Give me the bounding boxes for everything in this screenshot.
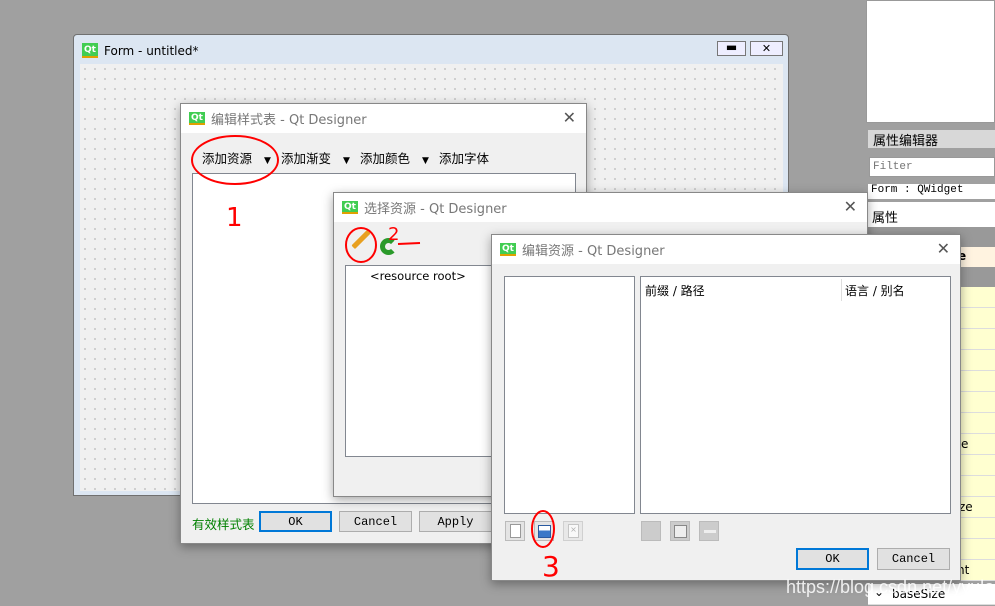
annotation-label-2: 2	[388, 224, 399, 245]
annotation-arrow-2	[397, 242, 421, 245]
watermark: https://blog.csdn.net/yyulong	[786, 577, 995, 597]
annotation-circle-1	[191, 135, 279, 185]
annotation-circle-3	[531, 510, 555, 548]
annotation-label-1: 1	[226, 203, 243, 233]
annotation-circle-2	[345, 227, 377, 263]
annotation-overlay: 1 2 3	[191, 135, 560, 583]
annotation-label-3: 3	[542, 550, 560, 583]
